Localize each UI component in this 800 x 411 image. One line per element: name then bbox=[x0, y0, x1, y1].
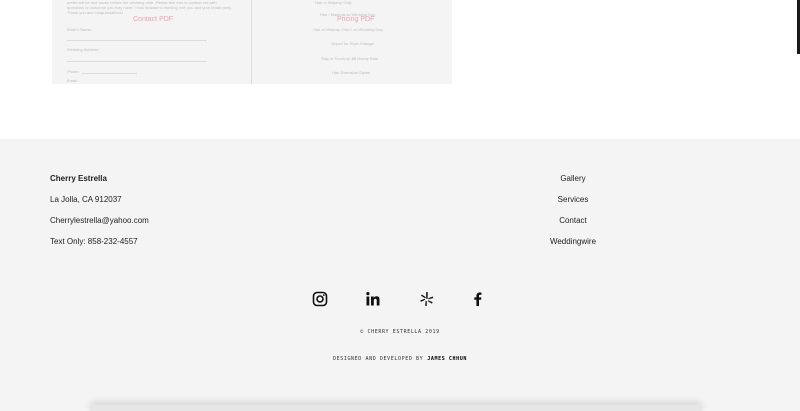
credit-prefix: DESIGNED AND DEVELOPED BY bbox=[333, 356, 424, 362]
footer-link-contact[interactable]: Contact bbox=[530, 216, 616, 237]
bottom-panel-edge bbox=[90, 405, 702, 411]
footer-link-gallery[interactable]: Gallery bbox=[530, 174, 616, 195]
pdf-field-line bbox=[67, 61, 207, 62]
instagram-icon[interactable] bbox=[312, 291, 328, 307]
linkedin-icon[interactable] bbox=[365, 291, 381, 307]
designer-credit: DESIGNED AND DEVELOPED BY JAMES CHHUN bbox=[0, 356, 800, 362]
pdf-price-item: Airport for Style Change bbox=[331, 41, 374, 46]
pdf-price-item: Hair or Makeup Only bbox=[315, 0, 352, 5]
pdf-price-item: Hair or Makeup ONLY on Wedding Day bbox=[313, 27, 383, 32]
designer-link[interactable]: JAMES CHHUN bbox=[427, 356, 467, 362]
social-links bbox=[0, 291, 800, 309]
contact-email[interactable]: Cherrylestrella@yahoo.com bbox=[50, 216, 149, 237]
pdf-preview-strip: prefer will be due seven before the wedd… bbox=[52, 0, 452, 84]
footer-link-weddingwire[interactable]: Weddingwire bbox=[530, 237, 616, 258]
copyright-text: © CHERRY ESTRELLA 2019 bbox=[360, 329, 440, 335]
contact-name: Cherry Estrella bbox=[50, 174, 107, 183]
pdf-field-label: Phone: bbox=[67, 69, 80, 74]
contact-pdf-link[interactable]: Contact PDF bbox=[133, 16, 173, 23]
footer-link-services[interactable]: Services bbox=[530, 195, 616, 216]
pdf-field-line bbox=[82, 73, 137, 74]
pdf-field-label: Wedding Address: bbox=[67, 47, 100, 52]
pricing-pdf-preview[interactable]: Hair or Makeup Only Hair / Makeup on Wed… bbox=[253, 0, 452, 84]
pdf-price-item: Hair Extension Styles bbox=[332, 70, 371, 75]
contact-phone: Text Only: 858-232-4557 bbox=[50, 237, 138, 246]
site-footer: Cherry Estrella La Jolla, CA 912037 Cher… bbox=[0, 139, 800, 411]
pricing-pdf-link[interactable]: Pricing PDF bbox=[337, 16, 374, 23]
footer-nav: Gallery Services Contact Weddingwire bbox=[530, 174, 616, 258]
yelp-icon[interactable] bbox=[419, 291, 435, 307]
pdf-text-line: Thank you and congratulations! bbox=[67, 10, 123, 15]
contact-pdf-preview[interactable]: prefer will be due seven before the wedd… bbox=[52, 0, 252, 84]
pdf-field-line bbox=[67, 40, 207, 41]
pdf-price-item: Stay in Touch up $$ Hourly Rate bbox=[321, 56, 379, 61]
pdf-field-label: Email: bbox=[67, 78, 79, 83]
pdf-field-label: Bride's Name: bbox=[67, 27, 92, 32]
facebook-icon[interactable] bbox=[470, 291, 486, 307]
pdf-preview-section: prefer will be due seven before the wedd… bbox=[0, 0, 800, 139]
footer-contact-info: Cherry Estrella La Jolla, CA 912037 Cher… bbox=[50, 174, 149, 258]
contact-location: La Jolla, CA 912037 bbox=[50, 195, 122, 204]
